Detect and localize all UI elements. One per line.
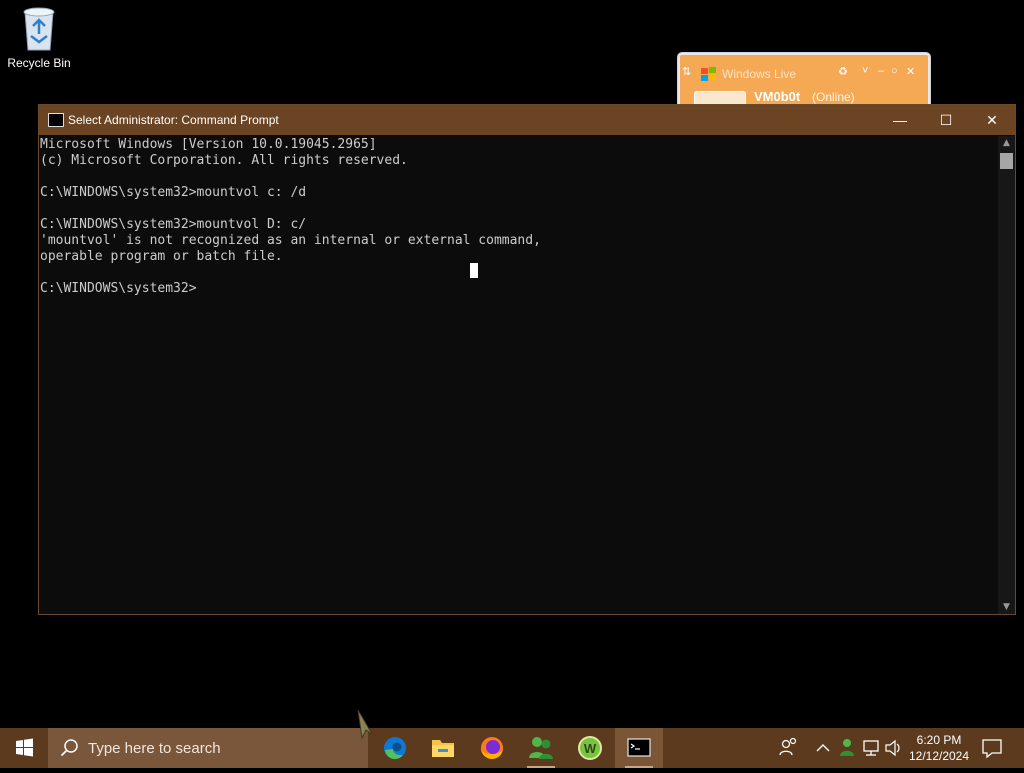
show-hidden-icons-button[interactable] [814, 728, 832, 768]
messenger-close-icon[interactable]: ✕ [906, 65, 915, 78]
console-line: (c) Microsoft Corporation. All rights re… [40, 153, 408, 168]
action-center-button[interactable] [978, 728, 1006, 768]
people-icon [779, 737, 797, 756]
messenger-minimize-icon[interactable]: – [878, 65, 884, 77]
people-button[interactable] [776, 728, 800, 768]
messenger-title: Windows Live [722, 67, 797, 81]
recycle-bin-label: Recycle Bin [7, 56, 71, 70]
messenger-chevron-down-icon[interactable]: ˅ [862, 65, 868, 77]
search-placeholder: Type here to search [88, 740, 221, 757]
windows-live-logo-icon [701, 67, 716, 81]
clock-date: 12/12/2024 [908, 749, 970, 763]
w-app-icon: W [578, 736, 602, 760]
messenger-icon [529, 737, 553, 759]
minimize-button[interactable]: — [877, 105, 923, 135]
text-cursor [470, 263, 478, 278]
taskbar-search[interactable]: Type here to search [48, 728, 368, 768]
console-line: operable program or batch file. [40, 249, 283, 264]
console-line: C:\WINDOWS\system32>mountvol c: /d [40, 185, 307, 200]
close-button[interactable]: ✕ [969, 105, 1015, 135]
messenger-titlebar: Windows Live ⇅ ♻ ˅ – ○ ✕ [682, 65, 920, 83]
taskbar: Type here to search W 6:20 PM 12/12/2024 [0, 728, 1024, 768]
console-line: Microsoft Windows [Version 10.0.19045.29… [40, 137, 377, 152]
mouse-pointer-icon [357, 709, 373, 740]
console-line: 'mountvol' is not recognized as an inter… [40, 233, 541, 248]
cmd-window-title: Select Administrator: Command Prompt [68, 113, 279, 127]
taskbar-command-prompt[interactable] [615, 728, 663, 768]
taskbar-w-app[interactable]: W [566, 728, 614, 768]
search-icon [60, 739, 78, 757]
taskbar-clock[interactable]: 6:20 PM 12/12/2024 [900, 732, 978, 764]
maximize-button[interactable]: ☐ [923, 105, 969, 135]
messenger-menu-icon[interactable]: ⇅ [682, 65, 691, 78]
taskbar-messenger[interactable] [517, 728, 565, 768]
messenger-tray-icon [840, 739, 854, 756]
network-icon [863, 740, 879, 756]
taskbar-edge[interactable] [371, 728, 419, 768]
console-line: C:\WINDOWS\system32> [40, 281, 197, 296]
chevron-up-icon [816, 744, 830, 752]
command-prompt-icon [627, 738, 651, 757]
messenger-status[interactable]: (Online) [812, 90, 855, 104]
recycle-bin-icon [23, 7, 55, 51]
console-line: C:\WINDOWS\system32>mountvol D: c/ [40, 217, 307, 232]
clock-time: 6:20 PM [916, 733, 962, 747]
tray-messenger[interactable] [836, 728, 858, 768]
network-button[interactable] [860, 728, 882, 768]
edge-icon [384, 737, 406, 760]
scroll-up-icon[interactable]: ▲ [998, 138, 1015, 148]
scroll-thumb[interactable] [1000, 153, 1013, 169]
taskbar-file-explorer[interactable] [419, 728, 467, 768]
messenger-contact-name[interactable]: VM0b0t [754, 89, 800, 104]
command-prompt-window[interactable]: Select Administrator: Command Prompt — ☐… [38, 104, 1016, 615]
scroll-down-icon[interactable]: ▼ [998, 602, 1015, 612]
console-scrollbar[interactable]: ▲ ▼ [998, 136, 1015, 614]
cmd-titlebar[interactable]: Select Administrator: Command Prompt — ☐… [39, 105, 1015, 135]
start-button[interactable] [0, 728, 48, 768]
file-explorer-icon [432, 740, 454, 757]
recycle-bin-shortcut[interactable]: Recycle Bin [4, 6, 74, 70]
notification-icon [982, 739, 1002, 759]
svg-text:W: W [584, 741, 597, 756]
cmd-app-icon[interactable] [48, 113, 64, 127]
firefox-icon [481, 737, 503, 759]
console-output[interactable]: Microsoft Windows [Version 10.0.19045.29… [39, 136, 1000, 614]
taskbar-firefox[interactable] [468, 728, 516, 768]
messenger-people-icon[interactable]: ♻ [838, 65, 848, 78]
messenger-restore-icon[interactable]: ○ [891, 65, 898, 77]
windows-logo-icon [16, 738, 33, 757]
